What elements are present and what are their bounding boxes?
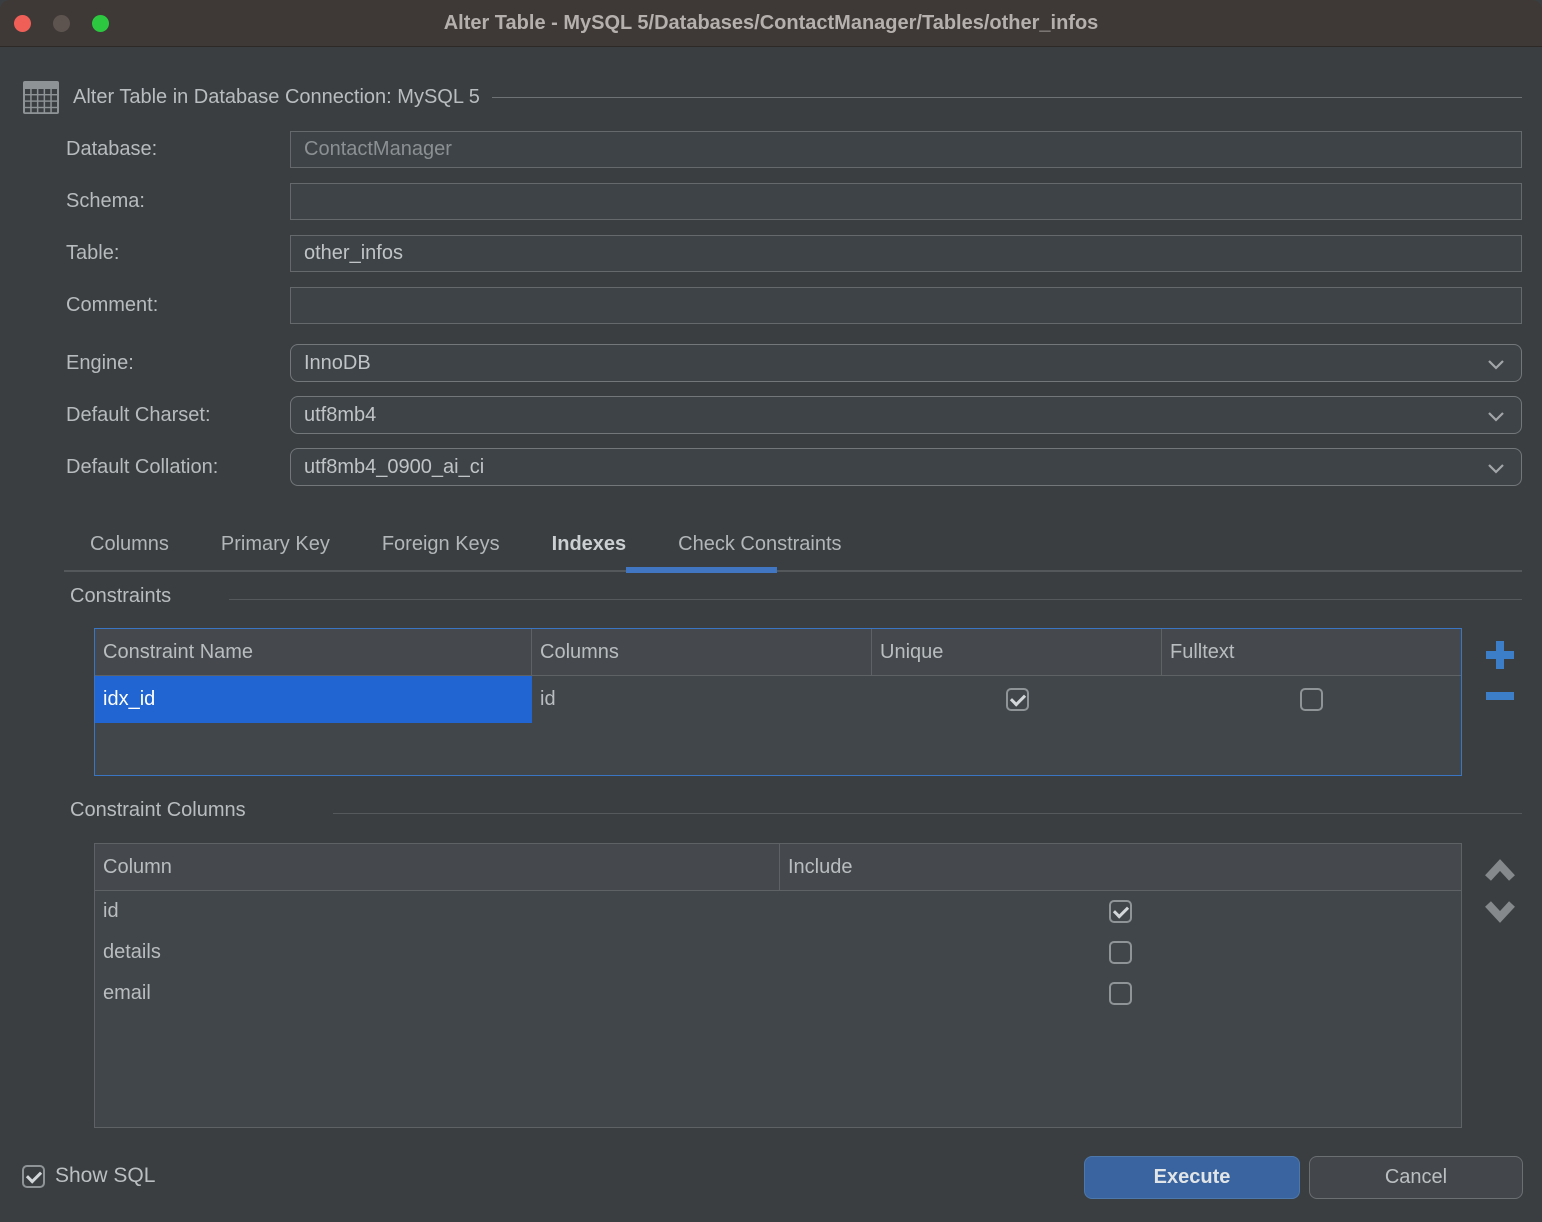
database-field[interactable]: ContactManager [290, 131, 1522, 168]
column-header-include[interactable]: Include [780, 844, 1461, 890]
chevron-down-icon [1483, 898, 1517, 926]
window-title: Alter Table - MySQL 5/Databases/ContactM… [444, 12, 1099, 35]
engine-value: InnoDB [304, 352, 371, 374]
table-name-field[interactable]: other_infos [290, 235, 1522, 272]
constraint-columns-cell[interactable]: id [532, 688, 872, 711]
table-grid-icon [22, 78, 60, 116]
column-header-unique[interactable]: Unique [872, 629, 1162, 675]
minus-icon [1483, 690, 1517, 702]
default-charset-value: utf8mb4 [304, 404, 376, 426]
constraint-name-cell[interactable]: idx_id [95, 676, 532, 723]
comment-label: Comment: [66, 287, 158, 324]
close-window-button[interactable] [14, 15, 31, 32]
constraints-table-header: Constraint Name Columns Unique Fulltext [95, 629, 1461, 676]
default-collation-label: Default Collation: [66, 448, 218, 487]
include-checkbox[interactable] [1109, 941, 1132, 964]
table-row[interactable]: email [95, 973, 1461, 1014]
comment-field[interactable] [290, 287, 1522, 324]
zoom-window-button[interactable] [92, 15, 109, 32]
titlebar: Alter Table - MySQL 5/Databases/ContactM… [0, 0, 1542, 47]
include-cell [780, 941, 1461, 964]
tab-check-constraints[interactable]: Check Constraints [652, 533, 867, 556]
add-constraint-button[interactable] [1482, 638, 1518, 672]
minimize-window-button[interactable] [53, 15, 70, 32]
default-charset-select[interactable]: utf8mb4 [290, 396, 1522, 434]
engine-label: Engine: [66, 344, 134, 383]
default-collation-select[interactable]: utf8mb4_0900_ai_ci [290, 448, 1522, 486]
alter-table-dialog: Alter Table - MySQL 5/Databases/ContactM… [0, 0, 1542, 1222]
include-cell [780, 982, 1461, 1005]
constraint-columns-table: Column Include id details email [94, 843, 1462, 1128]
constraint-columns-section-line [333, 813, 1522, 814]
table-row[interactable]: details [95, 932, 1461, 973]
plus-icon [1483, 638, 1517, 672]
show-sql-option: Show SQL [22, 1164, 155, 1188]
table-row[interactable]: id [95, 891, 1461, 932]
tabs-baseline [64, 570, 1522, 572]
show-sql-label: Show SQL [55, 1164, 155, 1188]
header-separator-line [492, 97, 1522, 98]
database-label: Database: [66, 131, 157, 168]
chevron-down-icon [1487, 411, 1505, 422]
remove-constraint-button[interactable] [1482, 690, 1518, 702]
schema-field[interactable] [290, 183, 1522, 220]
fulltext-cell [1162, 688, 1461, 711]
tab-foreign-keys[interactable]: Foreign Keys [356, 533, 526, 556]
column-cell[interactable]: email [95, 982, 780, 1005]
cancel-button[interactable]: Cancel [1309, 1156, 1523, 1199]
tab-columns[interactable]: Columns [64, 533, 195, 556]
column-cell[interactable]: details [95, 941, 780, 964]
default-charset-label: Default Charset: [66, 396, 211, 435]
column-header-constraint-name[interactable]: Constraint Name [95, 629, 532, 675]
engine-select[interactable]: InnoDB [290, 344, 1522, 382]
fulltext-checkbox[interactable] [1300, 688, 1323, 711]
traffic-lights [14, 15, 109, 32]
chevron-down-icon [1487, 359, 1505, 370]
chevron-up-icon [1483, 856, 1517, 884]
dialog-header: Alter Table in Database Connection: MySQ… [22, 76, 1522, 118]
default-collation-value: utf8mb4_0900_ai_ci [304, 456, 484, 478]
table-row[interactable]: idx_id id [95, 676, 1461, 723]
constraint-columns-table-header: Column Include [95, 844, 1461, 891]
move-down-button[interactable] [1482, 898, 1518, 926]
move-up-button[interactable] [1482, 856, 1518, 884]
unique-cell [872, 688, 1162, 711]
constraints-section-line [229, 599, 1522, 600]
constraint-columns-section-title: Constraint Columns [70, 799, 246, 822]
tab-bar: Columns Primary Key Foreign Keys Indexes… [64, 520, 868, 568]
schema-label: Schema: [66, 183, 145, 220]
table-label: Table: [66, 235, 119, 272]
unique-checkbox[interactable] [1006, 688, 1029, 711]
show-sql-checkbox[interactable] [22, 1165, 45, 1188]
column-cell[interactable]: id [95, 900, 780, 923]
dialog-header-title: Alter Table in Database Connection: MySQ… [73, 86, 480, 109]
include-cell [780, 900, 1461, 923]
chevron-down-icon [1487, 463, 1505, 474]
include-checkbox[interactable] [1109, 982, 1132, 1005]
active-tab-indicator [626, 567, 777, 573]
constraints-section-title: Constraints [70, 585, 171, 608]
tab-indexes[interactable]: Indexes [526, 533, 652, 556]
column-header-fulltext[interactable]: Fulltext [1162, 629, 1461, 675]
include-checkbox[interactable] [1109, 900, 1132, 923]
execute-button[interactable]: Execute [1084, 1156, 1300, 1199]
tab-primary-key[interactable]: Primary Key [195, 533, 356, 556]
column-header-column[interactable]: Column [95, 844, 780, 890]
column-header-columns[interactable]: Columns [532, 629, 872, 675]
constraints-table: Constraint Name Columns Unique Fulltext … [94, 628, 1462, 776]
